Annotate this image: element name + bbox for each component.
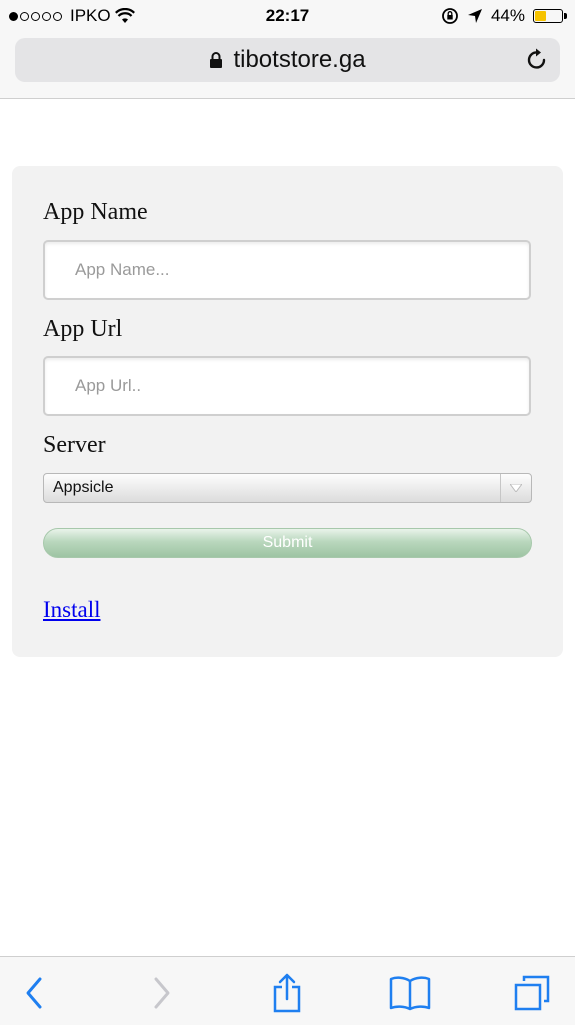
tabs-button[interactable]	[510, 971, 554, 1015]
address-bar-url[interactable]: tibotstore.ga	[15, 46, 560, 74]
app-name-label: App Name	[43, 199, 148, 225]
battery-level	[535, 11, 546, 21]
battery-percent: 44%	[490, 6, 525, 25]
share-button[interactable]	[265, 971, 309, 1015]
app-form-card: App Name App Url Server Appsicle Submit …	[12, 166, 563, 657]
share-icon	[273, 973, 301, 1013]
battery-icon	[533, 9, 567, 23]
url-text: tibotstore.ga	[233, 46, 366, 73]
install-link[interactable]: Install	[43, 597, 101, 623]
server-select[interactable]: Appsicle	[43, 473, 532, 503]
lock-icon	[210, 52, 223, 68]
reload-icon[interactable]	[524, 47, 550, 73]
app-name-input[interactable]	[45, 242, 529, 298]
forward-button[interactable]	[140, 971, 184, 1015]
status-right: 44%	[441, 6, 567, 26]
tabs-icon	[514, 975, 550, 1011]
browser-top-bar: IPKO 22:17 44% tibotstore.ga	[0, 0, 575, 99]
app-url-input[interactable]	[45, 358, 529, 414]
chevron-down-icon[interactable]	[500, 474, 531, 502]
status-bar: IPKO 22:17 44%	[0, 0, 575, 34]
browser-bottom-toolbar	[0, 956, 575, 1025]
server-label: Server	[43, 432, 106, 458]
bookmarks-button[interactable]	[388, 971, 432, 1015]
location-arrow-icon	[467, 9, 482, 23]
server-selected-value: Appsicle	[53, 479, 114, 496]
address-bar[interactable]: tibotstore.ga	[15, 38, 560, 82]
bookmarks-icon	[389, 976, 431, 1011]
back-button[interactable]	[12, 971, 56, 1015]
back-icon	[26, 977, 42, 1009]
forward-icon	[154, 977, 170, 1009]
app-url-label: App Url	[43, 316, 123, 342]
submit-button[interactable]: Submit	[43, 528, 532, 558]
app-name-field[interactable]	[43, 240, 531, 300]
rotation-lock-icon	[442, 8, 458, 24]
app-url-field[interactable]	[43, 356, 531, 416]
